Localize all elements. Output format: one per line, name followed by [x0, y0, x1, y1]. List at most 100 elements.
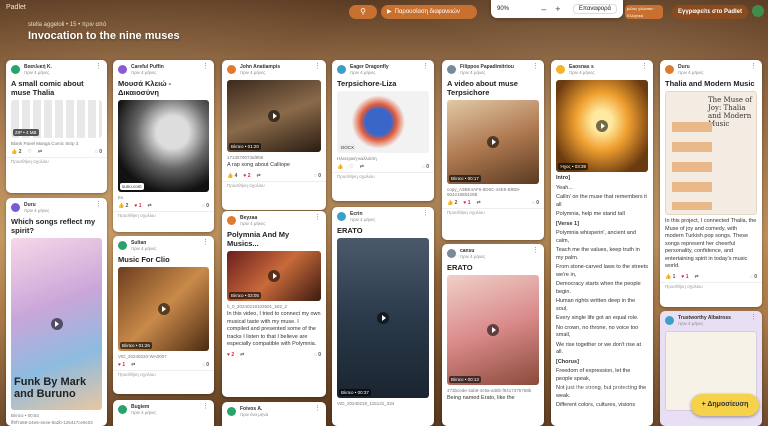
play-icon[interactable] — [268, 110, 280, 122]
post-card[interactable]: Foivos A. πριν ένα μήνα ⋮ — [222, 402, 326, 426]
add-comment[interactable]: Προσθήκη σχολίου — [6, 157, 107, 167]
repost-icon[interactable]: ⇄ — [38, 149, 42, 155]
file-name: 1713579073af855 — [227, 155, 264, 160]
zoom-out-button[interactable]: – — [537, 4, 551, 14]
repost-icon[interactable]: ⇄ — [148, 203, 152, 209]
play-icon[interactable] — [487, 136, 499, 148]
play-icon[interactable] — [268, 270, 280, 282]
search-button[interactable]: ⚲ — [349, 5, 377, 19]
repost-icon[interactable]: ⇄ — [240, 352, 244, 358]
repost-icon[interactable]: ⇄ — [360, 164, 364, 170]
video-preview[interactable]: Βίντεο • 01:20 — [227, 80, 321, 152]
heart-icon[interactable]: ♥ 1 — [118, 362, 125, 368]
more-icon[interactable]: ⋮ — [314, 214, 321, 221]
publish-button[interactable]: + Δημοσίευση — [691, 394, 759, 416]
add-comment[interactable]: Προσθήκη σχολίου — [660, 281, 762, 292]
lyric-line: Teach me the values, keep truth in my pa… — [556, 247, 640, 261]
repost-icon[interactable]: ⇄ — [257, 173, 261, 179]
more-icon[interactable]: ⋮ — [422, 63, 429, 70]
zoom-in-button[interactable]: + — [551, 4, 565, 14]
comment-icon[interactable]: ◌ 0 — [95, 149, 102, 155]
play-icon[interactable] — [596, 120, 608, 132]
post-card[interactable]: Ecrin πριν 4 μήνες ⋮ ERATO Βίντεο • 00:37 … — [332, 207, 434, 426]
like-icon[interactable]: 👍 2 — [447, 200, 457, 206]
heart-icon[interactable]: ♥ 1 — [681, 274, 688, 280]
comment-icon[interactable]: ◌ 0 — [314, 173, 321, 179]
more-icon[interactable]: ⋮ — [202, 63, 209, 70]
repost-icon[interactable]: ⇄ — [131, 362, 135, 368]
post-card[interactable]: Βασιλική Κ. πριν 4 μήνες ⋮ A small comic a… — [6, 60, 107, 193]
play-icon[interactable] — [157, 303, 170, 315]
like-icon[interactable]: 👍 — [337, 164, 343, 170]
like-icon[interactable]: 👍 1 — [665, 274, 675, 280]
repost-icon[interactable]: ⇄ — [695, 274, 699, 280]
post-card[interactable]: Duru πριν 4 μήνες ⋮ Thalia and Modern Musi… — [660, 60, 762, 307]
like-icon[interactable]: 👍 2 — [118, 203, 128, 209]
heart-icon[interactable]: ♥ 2 — [227, 352, 234, 358]
slideshow-button[interactable]: ▶ Παρουσίαση διαφανειών — [381, 5, 477, 19]
more-icon[interactable]: ⋮ — [202, 403, 209, 410]
brand-logo[interactable]: Padlet — [6, 4, 26, 11]
play-icon[interactable] — [50, 318, 63, 330]
like-icon[interactable]: 👍 4 — [227, 173, 237, 179]
comment-icon[interactable]: ◌ 0 — [314, 352, 321, 358]
play-icon[interactable] — [377, 312, 389, 324]
like-icon[interactable]: 👍 2 — [11, 149, 21, 155]
add-comment[interactable]: Προσθήκη σχολίου — [113, 370, 214, 380]
more-icon[interactable]: ⋮ — [750, 314, 757, 321]
repost-icon[interactable]: ⇄ — [477, 200, 481, 206]
more-icon[interactable]: ⋮ — [314, 63, 321, 70]
more-icon[interactable]: ⋮ — [95, 63, 102, 70]
heart-icon[interactable]: ♥ 1 — [134, 203, 141, 209]
post-card[interactable]: cansu πριν 4 μήνες ⋮ ERATO Βίντεο • 00:13 … — [442, 244, 544, 426]
heart-icon[interactable]: ♡ — [27, 149, 31, 155]
post-card[interactable]: Eaosnas s πριν 4 μήνες ⋮ Ήχος • 03:39 Intr… — [551, 60, 653, 426]
add-comment[interactable]: Προσθήκη σχολίου — [222, 180, 326, 191]
heart-icon[interactable]: ♥ 2 — [243, 173, 250, 179]
more-icon[interactable]: ⋮ — [95, 201, 102, 208]
link-preview-image[interactable]: suno.com — [118, 100, 209, 192]
heart-icon[interactable]: ♥ 1 — [463, 200, 470, 206]
video-preview[interactable]: Βίντεο • 00:13 — [447, 275, 539, 385]
language-chip[interactable]: μέλος γλώσσα · Ελληνικά — [625, 5, 663, 19]
avatar — [11, 65, 20, 74]
post-card[interactable]: Eager Dragonfly πριν 4 μήνες ⋮ Terpsichore… — [332, 60, 434, 201]
comment-icon[interactable]: ◌ 0 — [202, 203, 209, 209]
post-time: πριν 4 μήνες — [240, 221, 266, 226]
post-card[interactable]: Sultan πριν 4 μήνες ⋮ Music For Clio Βίντε… — [113, 236, 214, 394]
play-icon[interactable] — [487, 324, 499, 336]
more-icon[interactable]: ⋮ — [314, 405, 321, 412]
document-preview[interactable]: DOCX — [337, 91, 429, 153]
comment-icon[interactable]: ◌ 0 — [422, 164, 429, 170]
post-card[interactable]: Filippos Papadimitriou πριν 4 μήνες ⋮ A vi… — [442, 60, 544, 240]
video-preview[interactable]: Βίντεο • 01:26 — [118, 267, 209, 351]
post-card[interactable]: Duru πριν 4 μήνες ⋮ Which songs reflect my… — [6, 198, 107, 426]
post-card[interactable]: Bugiem πριν 4 μήνες ⋮ — [113, 400, 214, 426]
audio-preview[interactable]: Ήχος • 03:39 — [556, 80, 648, 172]
more-icon[interactable]: ⋮ — [202, 239, 209, 246]
more-icon[interactable]: ⋮ — [750, 63, 757, 70]
post-card[interactable]: Careful Puffin πριν 4 μήνες ⋮ Μουσά Κλειώ … — [113, 60, 214, 232]
more-icon[interactable]: ⋮ — [532, 63, 539, 70]
zoom-reset-button[interactable]: Επαναφορά — [572, 4, 618, 14]
add-comment[interactable]: Προσθήκη σχολίου — [442, 208, 544, 218]
comment-icon[interactable]: ◌ 0 — [202, 362, 209, 368]
add-comment[interactable]: Προσθήκη σχολίου — [113, 211, 214, 221]
image-preview[interactable]: The Muse of Joy: Thalia and Modern Music — [665, 91, 757, 215]
post-card[interactable]: John Anatiampis πριν 4 μήνες ⋮ Βίντεο • 01… — [222, 60, 326, 210]
video-preview[interactable]: Funk By Mark and Buruno — [11, 238, 102, 410]
more-icon[interactable]: ⋮ — [532, 247, 539, 254]
video-preview[interactable]: Βίντεο • 03:05 — [227, 251, 321, 301]
video-preview[interactable]: Βίντεο • 00:37 — [337, 238, 429, 398]
post-card[interactable]: Beyzaa πριν 4 μήνες ⋮ Polymnia And My Musi… — [222, 211, 326, 397]
signup-button[interactable]: Εγγραφείτε στο Padlet — [672, 5, 748, 19]
comment-icon[interactable]: ◌ 0 — [750, 274, 757, 280]
avatar[interactable] — [752, 5, 764, 17]
heart-icon[interactable]: ♡ — [349, 164, 353, 170]
more-icon[interactable]: ⋮ — [641, 63, 648, 70]
attachment-preview[interactable]: ZIP • 4 MB — [11, 100, 102, 138]
more-icon[interactable]: ⋮ — [422, 210, 429, 217]
video-preview[interactable]: Βίντεο • 00:17 — [447, 100, 539, 184]
comment-icon[interactable]: ◌ 0 — [532, 200, 539, 206]
add-comment[interactable]: Προσθήκη σχολίου — [332, 172, 434, 182]
